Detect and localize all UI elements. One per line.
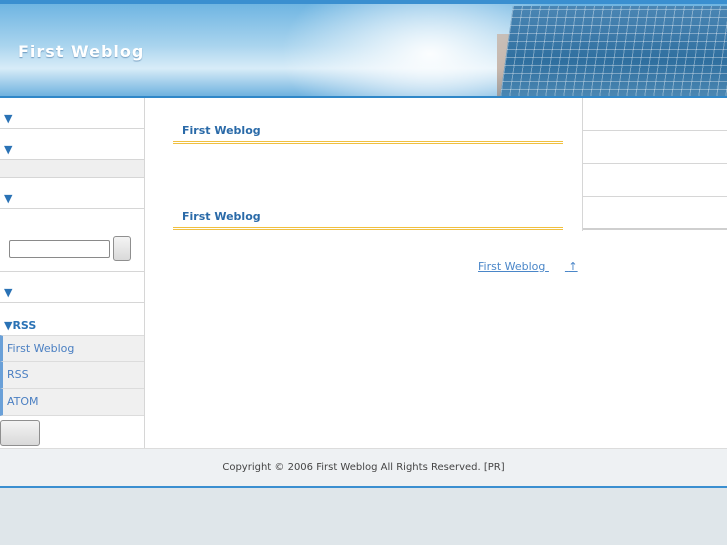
- right-sidebar: [582, 98, 727, 231]
- sidebar-heading-rss: ▼RSS: [0, 303, 144, 335]
- entry-title-text[interactable]: First Weblog: [182, 124, 261, 137]
- right-sidebar-row: [583, 164, 727, 197]
- sidebar-item-first-weblog[interactable]: First Weblog: [0, 335, 144, 362]
- sidebar-spacer: [0, 160, 144, 178]
- entry-title-1: First Weblog: [173, 124, 563, 144]
- triangle-down-icon: ▼: [4, 286, 13, 299]
- header-building-image: [500, 6, 727, 96]
- entry-title-text[interactable]: First Weblog: [182, 210, 261, 223]
- sidebar-button[interactable]: [0, 420, 40, 446]
- sidebar-heading-3: ▼: [0, 178, 144, 209]
- main-content: First Weblog First Weblog First Weblog ↑: [146, 98, 581, 448]
- copyright-text: Copyright © 2006 First Weblog All Rights…: [222, 462, 505, 473]
- search-input[interactable]: [9, 240, 110, 258]
- permalink[interactable]: First Weblog ↑: [478, 260, 578, 273]
- sidebar-heading-2: ▼: [0, 129, 144, 160]
- sidebar-heading-1: ▼: [0, 98, 144, 129]
- left-sidebar: ▼ ▼ ▼ ▼ ▼RSS First Weblog RSS ATOM: [0, 98, 145, 448]
- triangle-down-icon: ▼: [4, 143, 13, 156]
- right-sidebar-row: [583, 197, 727, 230]
- triangle-down-icon: ▼: [4, 112, 13, 125]
- site-title[interactable]: First Weblog: [18, 42, 144, 61]
- sidebar-item-rss[interactable]: RSS: [0, 362, 144, 389]
- search-box: [0, 209, 144, 272]
- site-header: First Weblog: [0, 0, 727, 98]
- footer: Copyright © 2006 First Weblog All Rights…: [0, 448, 727, 488]
- sidebar-heading-4: ▼: [0, 272, 144, 303]
- triangle-down-icon: ▼: [4, 192, 13, 205]
- right-sidebar-row: [583, 131, 727, 164]
- entry-title-2: First Weblog: [173, 210, 563, 230]
- permalink-label[interactable]: First Weblog: [478, 260, 545, 273]
- page-bottom: [0, 488, 727, 545]
- rss-heading: ▼RSS: [4, 319, 37, 332]
- sidebar-item-atom[interactable]: ATOM: [0, 389, 144, 416]
- content-area: ▼ ▼ ▼ ▼ ▼RSS First Weblog RSS ATOM First…: [0, 98, 727, 448]
- right-sidebar-row: [583, 98, 727, 131]
- arrow-up-icon[interactable]: ↑: [568, 260, 577, 273]
- search-button[interactable]: [113, 236, 131, 261]
